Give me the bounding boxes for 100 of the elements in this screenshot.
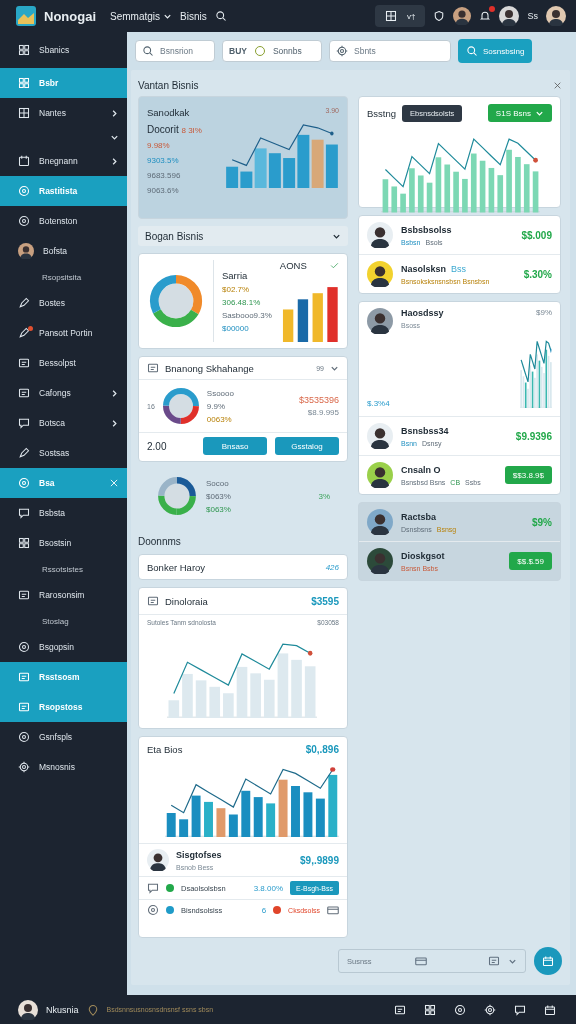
calendar-button[interactable]	[534, 947, 562, 975]
sidebar-item[interactable]: Bsostsin	[0, 528, 127, 558]
chart-bar	[304, 666, 316, 718]
chart-bar	[409, 168, 415, 213]
search-field[interactable]: Bsnsrion	[135, 40, 215, 62]
sidebar-item[interactable]: Botsca	[0, 408, 127, 438]
amount-value: $0,.896	[305, 744, 339, 755]
toolbar-button[interactable]	[544, 1003, 556, 1016]
sidebar-item[interactable]: Gsnfspls	[0, 722, 127, 752]
amount-value: $3595	[311, 595, 339, 607]
gear-icon	[336, 45, 348, 57]
stat-value: $063%	[206, 491, 231, 501]
menu-item[interactable]: Bisnis	[180, 10, 207, 22]
avatar-icon	[367, 509, 393, 535]
section-header[interactable]: Bogan Bisnis	[138, 226, 348, 246]
sidebar-item[interactable]: Rssotsistes	[0, 558, 127, 580]
section-title: Doonnms	[138, 536, 182, 547]
toolbar-button[interactable]	[454, 1003, 466, 1016]
stat-value: 9.9%	[206, 401, 227, 411]
document-icon	[147, 595, 159, 607]
search-icon	[214, 10, 227, 22]
doc-icon	[394, 1003, 406, 1016]
avatar-icon	[367, 462, 393, 488]
sidebar-item[interactable]: Bsgopsin	[0, 632, 127, 662]
chart-bar	[470, 153, 477, 213]
chart-bar	[226, 166, 239, 188]
chart-bar	[327, 287, 338, 342]
sidebar-item[interactable]: Nantes	[0, 98, 127, 128]
circle-icon	[18, 185, 30, 197]
app-name: Nonogai	[44, 8, 96, 24]
avatar-icon	[499, 6, 520, 26]
avatar-icon	[147, 849, 169, 871]
avatar-icon	[367, 423, 393, 449]
chart-bar	[241, 790, 251, 837]
chart-bar	[297, 299, 308, 342]
percent-value: $9%	[536, 308, 552, 317]
menu-item[interactable]: Semmatgis	[110, 10, 172, 22]
chart-bar	[182, 673, 193, 718]
toolbar-button[interactable]	[484, 1003, 496, 1016]
panel-title: Vantan Bisnis	[138, 79, 199, 91]
sidebar-item[interactable]: Botenston	[0, 206, 127, 236]
sidebar-item[interactable]: Bofsta	[0, 236, 127, 266]
sidebar-item[interactable]: Bostes	[0, 288, 127, 318]
donut-chart-drawing	[156, 475, 198, 517]
chart-bar	[532, 171, 539, 213]
chart-point	[307, 650, 313, 656]
card-title: Dinoloraia	[165, 595, 208, 607]
view-toggle[interactable]: v†	[375, 5, 426, 27]
chat-icon	[147, 882, 159, 894]
toolbar-button[interactable]	[424, 1003, 436, 1016]
sidebar-item[interactable]: Bnegnann	[0, 146, 127, 176]
amount-value: $3535396	[298, 395, 339, 405]
stat-value: 9303.5%	[147, 156, 180, 165]
calendar-icon	[544, 1003, 556, 1016]
history-row[interactable]: Bonker Haroy 426	[138, 554, 348, 580]
search-icon	[466, 45, 478, 57]
toolbar-button[interactable]	[514, 1003, 526, 1016]
sidebar-item[interactable]: Sbanics	[0, 32, 127, 68]
avatar-icon	[367, 261, 393, 287]
chat-icon	[18, 417, 30, 429]
filter-chip[interactable]: BUY Sonnbs	[222, 40, 322, 62]
amount-value: $9%	[532, 516, 552, 528]
person-name: Nasolsksn	[401, 263, 447, 274]
sidebar-item[interactable]: Stoslag	[0, 610, 127, 632]
stat-value: $00000	[222, 323, 250, 333]
donut-chart-drawing	[147, 272, 205, 330]
chart-bar	[168, 700, 180, 718]
chart-bar	[195, 680, 207, 718]
sidebar-item[interactable]: Msnosnis	[0, 752, 127, 782]
stat-value: 9063.6%	[147, 186, 180, 195]
document-icon	[488, 955, 500, 967]
close-icon[interactable]	[553, 80, 562, 90]
doc-icon	[18, 701, 30, 713]
sidebar-item[interactable]: Rsopsitsita	[0, 266, 127, 288]
sidebar-item[interactable]: Cafongs	[0, 378, 127, 408]
filter-field[interactable]: Sbnts	[329, 40, 451, 62]
sidebar-item[interactable]: Sostsas	[0, 438, 127, 468]
chart-bar	[268, 153, 281, 188]
percent-value: 3.8.00%	[253, 883, 284, 893]
headline-value: Docorit 8 3I%	[147, 124, 203, 135]
doc-icon	[18, 357, 30, 369]
person-name: Dioskgsot	[401, 550, 445, 561]
chart-bar	[166, 813, 176, 837]
person-tag: Bss	[451, 263, 467, 274]
chart-bar	[250, 673, 261, 718]
sidebar-item[interactable]: Rarosonsim	[0, 580, 127, 610]
card-title: Bnanong Skhahange	[165, 362, 254, 374]
stat-value: Socoo	[206, 478, 230, 488]
sidebar-item[interactable]: Bessolpst	[0, 348, 127, 378]
chart-bar	[391, 186, 398, 213]
chart-bar	[291, 786, 300, 837]
chart-bar	[204, 801, 213, 837]
chart-bar	[179, 819, 189, 837]
sidebar-item[interactable]: Bsbsta	[0, 498, 127, 528]
chart-bar	[315, 798, 325, 837]
card-icon	[327, 904, 339, 916]
toolbar-button[interactable]	[394, 1003, 406, 1016]
card-title: AONS	[279, 260, 307, 271]
person-name: Sisgtofses	[176, 849, 223, 860]
sidebar-item[interactable]: Pansott Portin	[0, 318, 127, 348]
